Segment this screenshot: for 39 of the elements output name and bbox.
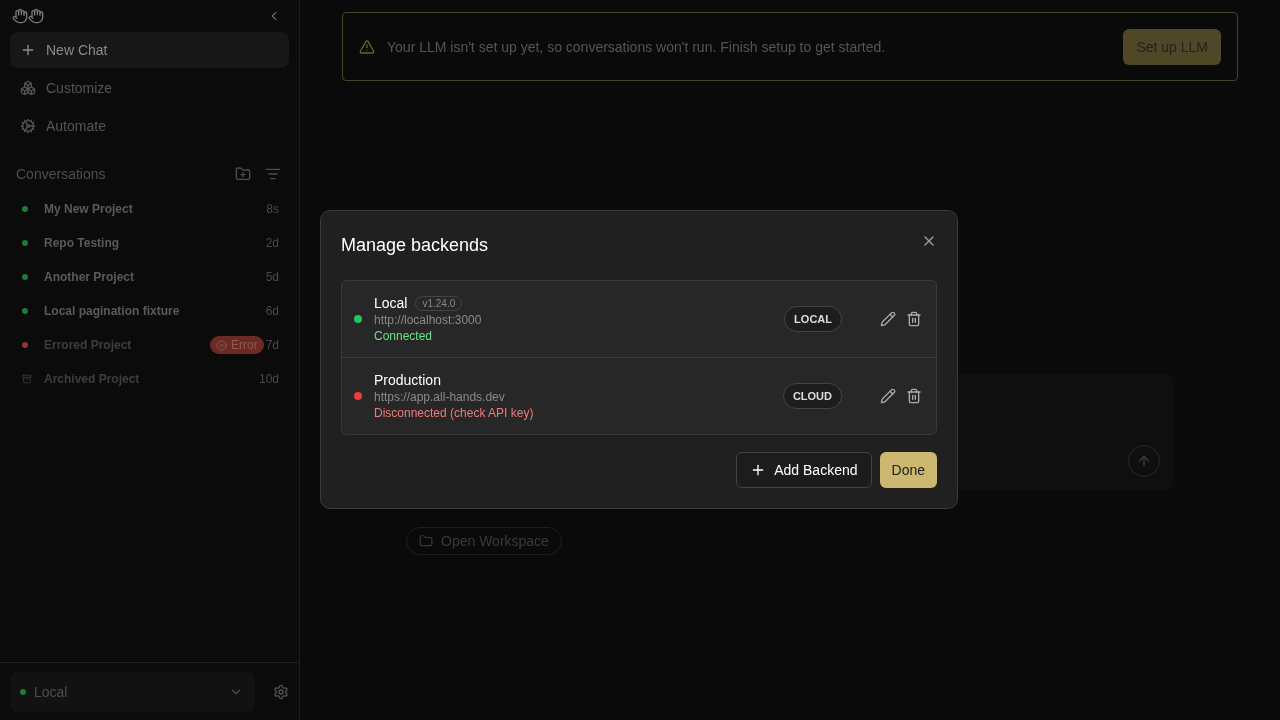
warning-icon <box>359 38 375 55</box>
conversation-title[interactable]: Another Project <box>44 270 264 284</box>
add-backend-button[interactable]: Add Backend <box>736 452 872 488</box>
conversation-title[interactable]: Local pagination fixture <box>44 304 264 318</box>
cubes-icon <box>20 80 36 96</box>
conversation-age: 10d <box>258 372 279 386</box>
nav-item[interactable]: New Chat <box>10 32 289 68</box>
conversation-age: 5d <box>265 270 279 284</box>
plus-icon <box>20 42 36 58</box>
nav-item[interactable]: Automate <box>10 108 289 144</box>
hands-logo-icon <box>12 8 44 24</box>
conversation-title[interactable]: Repo Testing <box>44 236 264 250</box>
conversation-age: 6d <box>265 304 279 318</box>
backend-url: https://app.all-hands.dev <box>374 390 506 404</box>
section-title: Conversations <box>16 166 107 182</box>
type-badge: LOCAL <box>784 306 842 332</box>
type-badge: CLOUD <box>782 383 842 409</box>
backend-select[interactable]: Local <box>10 672 255 712</box>
conversation-age: 7d <box>265 338 279 352</box>
archive-icon <box>22 374 32 384</box>
backend-url: http://localhost:3000 <box>374 313 483 327</box>
backend-name: Production <box>374 372 441 388</box>
backend-name: Local <box>374 295 408 311</box>
edit-button[interactable] <box>880 388 896 404</box>
conversation-title[interactable]: My New Project <box>44 202 265 216</box>
conversation-age: 2d <box>265 236 279 250</box>
done-button[interactable]: Done <box>879 452 937 488</box>
edit-button[interactable] <box>880 311 896 327</box>
banner-message: Your LLM isn't set up yet, so conversations won't run. Finish setup to get started. <box>387 38 887 55</box>
connection-status: Connected <box>374 329 434 343</box>
conversation-age: 8s <box>266 202 279 216</box>
delete-button[interactable] <box>906 388 922 404</box>
connection-status: Disconnected (check API key) <box>374 406 535 420</box>
nav-item[interactable]: Customize <box>10 70 289 106</box>
settings-icon[interactable] <box>273 684 289 700</box>
dialog-title: Manage backends <box>341 235 489 256</box>
folder-icon <box>419 534 433 548</box>
delete-button[interactable] <box>906 311 922 327</box>
cog-icon <box>20 118 36 134</box>
